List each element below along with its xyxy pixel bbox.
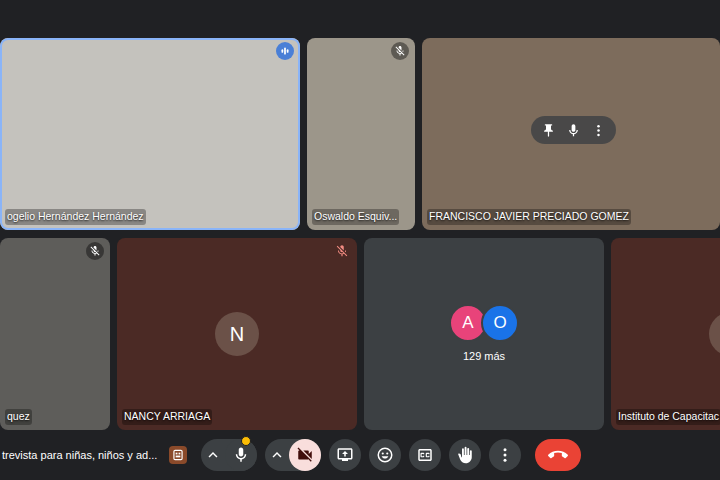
- avatar-letter: A: [462, 310, 473, 336]
- mic-icon: [566, 123, 581, 138]
- speaking-icon: [276, 42, 294, 60]
- more-icon: [591, 123, 606, 138]
- more-icon: [496, 446, 514, 464]
- participant-tile[interactable]: Instituto de Capacitac: [611, 238, 720, 430]
- chevron-up-icon: [201, 446, 225, 464]
- tile-row: quez N NANCY ARRIAGA AO 129 más Instituto de …: [0, 238, 720, 430]
- present-icon: [336, 446, 354, 464]
- speaking-frame: [364, 238, 604, 430]
- speaking-frame: [307, 38, 415, 230]
- participant-tile[interactable]: N NANCY ARRIAGA: [117, 238, 357, 430]
- more-participants: 129 más: [463, 348, 505, 365]
- captions-button[interactable]: [409, 439, 441, 471]
- participant-tile[interactable]: FRANCISCO JAVIER PRECIADO GOMEZ: [422, 38, 720, 230]
- participant-tile[interactable]: Oswaldo Esquiv...: [307, 38, 415, 230]
- tile-row: ogelio Hernández Hernández Oswaldo Esquiv…: [0, 38, 720, 230]
- participant-name: FRANCISCO JAVIER PRECIADO GOMEZ: [427, 209, 631, 225]
- participant-tile[interactable]: ogelio Hernández Hernández: [0, 38, 300, 230]
- participant-name: NANCY ARRIAGA: [122, 409, 212, 425]
- reactions-button[interactable]: [369, 439, 401, 471]
- camera-off-icon: [296, 446, 314, 464]
- participant-name: Oswaldo Esquiv...: [312, 209, 399, 225]
- reactions-icon: [376, 446, 394, 464]
- participant-name: quez: [5, 409, 32, 425]
- present-button[interactable]: [329, 439, 361, 471]
- mic-off-icon: [335, 244, 349, 258]
- avatar: N: [215, 312, 259, 356]
- control-group: [169, 439, 581, 471]
- mic-off-icon: [391, 42, 409, 60]
- mic-control[interactable]: [201, 439, 257, 471]
- participant-tile[interactable]: AO 129 más: [364, 238, 604, 430]
- avatar: [709, 312, 720, 356]
- tile-controls: [531, 116, 616, 144]
- camera-button[interactable]: [289, 439, 321, 471]
- camera-control[interactable]: [265, 439, 321, 471]
- speaking-frame: [0, 238, 110, 430]
- leave-call-button[interactable]: [535, 439, 581, 471]
- activities-button[interactable]: [169, 446, 187, 464]
- mic-off-icon: [86, 242, 104, 260]
- speaking-frame: [117, 238, 357, 430]
- pin-icon: [541, 123, 556, 138]
- hand-button[interactable]: [449, 439, 481, 471]
- more-button[interactable]: [489, 439, 521, 471]
- participant-group: AO 129 más: [364, 238, 604, 430]
- avatar-stack: AO: [449, 304, 519, 342]
- hand-icon: [456, 446, 474, 464]
- avatar: O: [481, 304, 519, 342]
- call-end-icon: [548, 445, 568, 465]
- mic-icon: [232, 446, 250, 464]
- activities-icon: [171, 448, 185, 462]
- toolbar: trevista para niñas, niños y ad...: [0, 438, 720, 472]
- chevron-up-icon: [265, 446, 289, 464]
- captions-icon: [416, 446, 434, 464]
- meeting-title: trevista para niñas, niños y ad...: [0, 447, 157, 464]
- participant-name: Instituto de Capacitac: [616, 409, 720, 425]
- participant-name: ogelio Hernández Hernández: [5, 209, 146, 225]
- avatar-letter: O: [493, 310, 506, 336]
- speaking-frame: [0, 38, 300, 230]
- participant-tile[interactable]: quez: [0, 238, 110, 430]
- speaking-frame: [611, 238, 720, 430]
